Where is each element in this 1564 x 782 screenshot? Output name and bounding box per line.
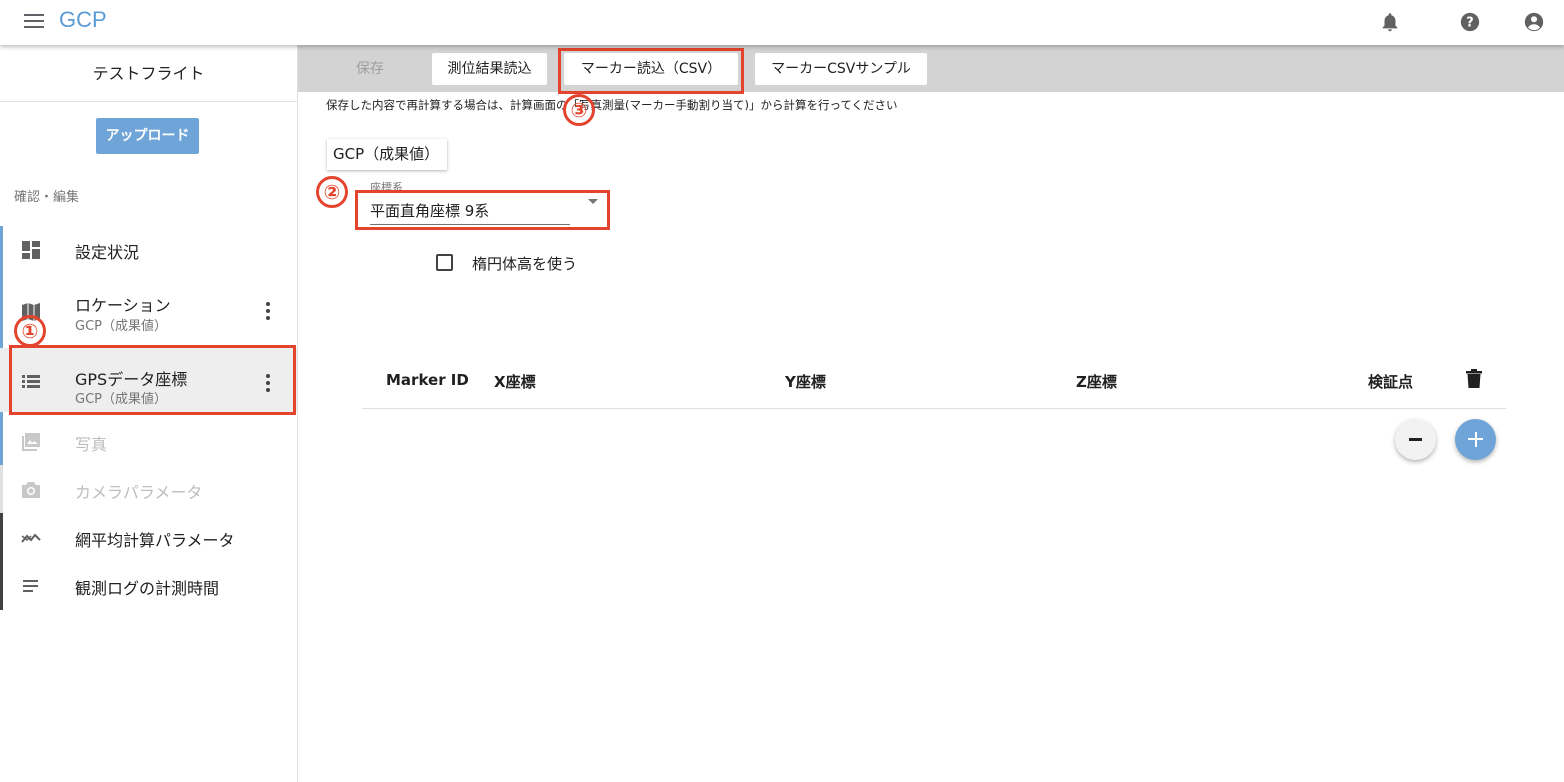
app-bar: GCP ? — [0, 0, 1564, 45]
sidebar-item-label: 網平均計算パラメータ — [75, 531, 235, 550]
sidebar-item-label: 写真 — [75, 435, 108, 454]
camera-icon — [22, 482, 40, 498]
annotation-number-2: ② — [316, 176, 348, 208]
bell-icon[interactable] — [1379, 11, 1401, 33]
sidebar-item-log-time[interactable]: 観測ログの計測時間 — [0, 562, 297, 610]
more-vert-icon[interactable] — [264, 302, 272, 322]
app-title: GCP — [59, 7, 107, 32]
sidebar-item-label: 設定状況 — [75, 243, 140, 262]
sidebar-item-network-params[interactable]: 網平均計算パラメータ — [0, 514, 297, 562]
ellipsoid-height-checkbox[interactable] — [436, 254, 453, 271]
section-label: 確認・編集 — [14, 190, 80, 205]
annotation-number-3: ③ — [563, 94, 595, 126]
annotation-number-1: ① — [14, 315, 46, 347]
ellipsoid-height-label: 楕円体高を使う — [472, 255, 578, 273]
help-icon[interactable]: ? — [1459, 11, 1481, 33]
svg-text:?: ? — [1466, 16, 1473, 31]
trash-icon[interactable] — [1465, 369, 1483, 389]
annotation-box-1 — [9, 345, 296, 415]
sidebar-item-label: 観測ログの計測時間 — [75, 579, 220, 598]
col-y: Y座標 — [785, 373, 826, 391]
menu-icon[interactable] — [24, 14, 44, 30]
sidebar-item-label: カメラパラメータ — [75, 483, 203, 502]
import-results-button[interactable]: 測位結果読込 — [432, 53, 547, 85]
tab-gcp-result[interactable]: GCP（成果値） — [327, 139, 447, 170]
dashboard-icon — [22, 241, 40, 259]
marker-csv-sample-button[interactable]: マーカーCSVサンプル — [755, 53, 927, 85]
photo-icon — [22, 433, 40, 451]
sidebar-item-label: ロケーション — [75, 296, 171, 315]
project-name: テストフライト — [0, 45, 297, 102]
col-x: X座標 — [494, 373, 536, 391]
sidebar-item-settings-status[interactable]: 設定状況 — [0, 226, 297, 274]
action-toolbar: 保存 測位結果読込 マーカー読込（CSV） マーカーCSVサンプル — [298, 45, 1564, 92]
col-marker-id: Marker ID — [386, 371, 469, 389]
trend-icon — [21, 533, 41, 543]
remove-row-button[interactable] — [1395, 419, 1436, 460]
col-z: Z座標 — [1076, 373, 1117, 391]
col-check-point: 検証点 — [1368, 373, 1414, 391]
annotation-box-2 — [355, 190, 610, 230]
recalc-notice: 保存した内容で再計算する場合は、計算画面の「写真測量(マーカー手動割り当て)」か… — [326, 98, 898, 112]
sidebar-item-sub: GCP（成果値） — [75, 319, 167, 334]
add-row-button[interactable] — [1455, 419, 1496, 460]
account-icon[interactable] — [1523, 11, 1545, 33]
notes-icon — [23, 580, 38, 592]
annotation-box-3 — [558, 48, 744, 94]
table-header-divider — [362, 408, 1506, 409]
sidebar-item-camera-params: カメラパラメータ — [0, 466, 297, 514]
sidebar-item-photos: 写真 — [0, 418, 297, 466]
upload-button[interactable]: アップロード — [96, 118, 199, 154]
minus-icon — [1409, 438, 1422, 441]
save-button[interactable]: 保存 — [356, 53, 384, 85]
